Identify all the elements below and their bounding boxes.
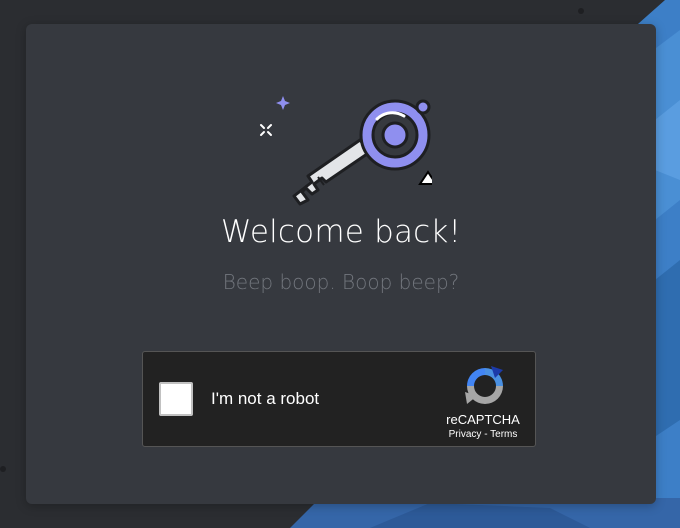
triangle-icon bbox=[418, 170, 432, 185]
key-illustration bbox=[260, 96, 432, 206]
sparkle-icon bbox=[276, 96, 290, 110]
login-card: Welcome back! Beep boop. Boop beep? I'm … bbox=[26, 24, 656, 504]
background-dot bbox=[0, 466, 6, 472]
recaptcha-checkbox[interactable] bbox=[159, 382, 193, 416]
recaptcha-link-separator: - bbox=[481, 429, 491, 440]
recaptcha-privacy-link[interactable]: Privacy bbox=[449, 429, 482, 440]
page-title: Welcome back! bbox=[220, 214, 462, 250]
recaptcha-brand: reCAPTCHA bbox=[446, 412, 520, 427]
background-dot bbox=[578, 8, 584, 14]
recaptcha-label: I'm not a robot bbox=[211, 389, 320, 408]
page-subtitle: Beep boop. Boop beep? bbox=[222, 270, 460, 294]
recaptcha-terms-link[interactable]: Terms bbox=[490, 429, 517, 440]
recaptcha-widget: I'm not a robot reCAPTCHA Privacy - Term… bbox=[142, 351, 536, 447]
key-icon bbox=[292, 99, 431, 206]
recaptcha-logo-icon bbox=[465, 366, 503, 404]
sparkle-icon bbox=[260, 124, 272, 136]
recaptcha-links: Privacy - Terms bbox=[433, 429, 533, 440]
